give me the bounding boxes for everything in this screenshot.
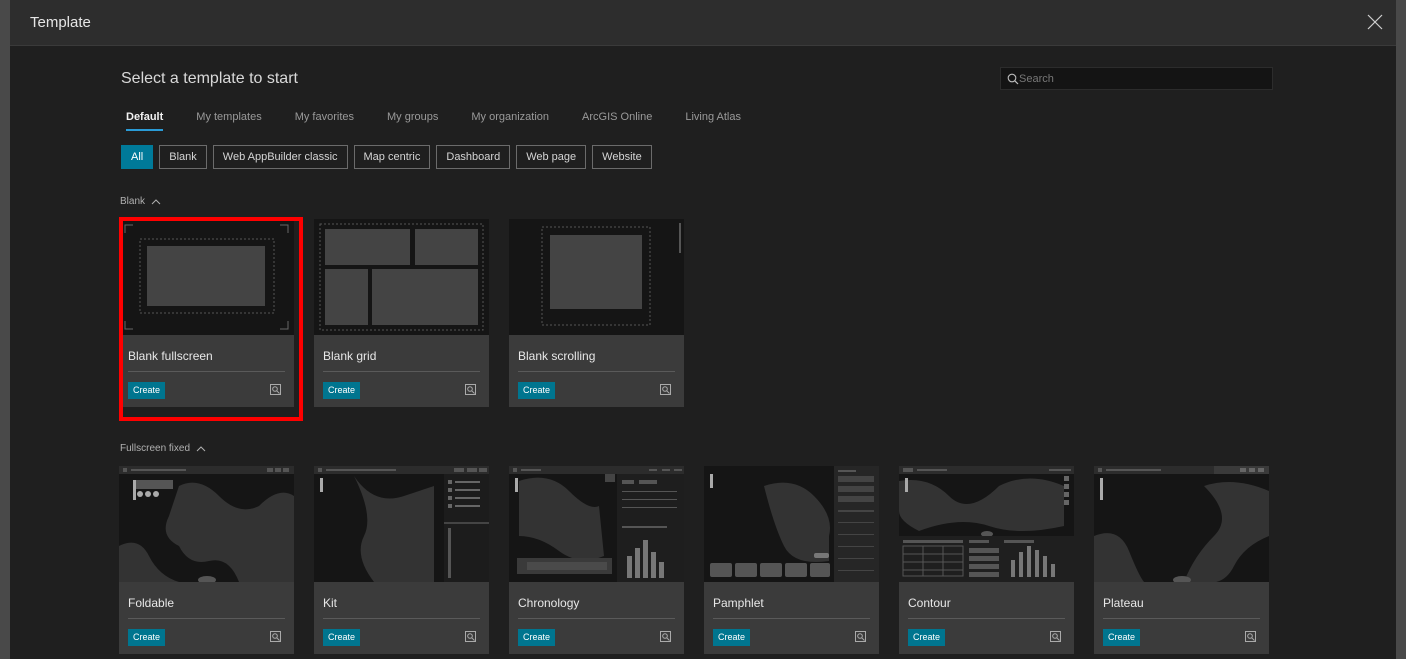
divider — [518, 371, 675, 372]
dialog-title: Template — [30, 14, 91, 31]
template-thumbnail — [119, 219, 294, 335]
template-card-chronology[interactable]: Chronology Create — [509, 466, 684, 654]
section-title: Blank — [120, 196, 146, 207]
filter-all[interactable]: All — [121, 145, 154, 169]
template-card-blank-fullscreen[interactable]: Blank fullscreen Create — [119, 219, 294, 407]
create-button[interactable]: Create — [128, 382, 166, 399]
template-card-blank-scrolling[interactable]: Blank scrolling Create — [509, 219, 684, 407]
preview-icon[interactable] — [465, 631, 476, 643]
preview-icon[interactable] — [465, 384, 476, 396]
template-dialog: Template Select a template to start Defa… — [10, 0, 1396, 659]
create-button[interactable]: Create — [518, 629, 556, 646]
filter-dashboard[interactable]: Dashboard — [436, 145, 511, 169]
template-thumbnail — [704, 466, 879, 582]
preview-icon[interactable] — [1245, 631, 1256, 643]
close-icon[interactable] — [1364, 11, 1386, 33]
divider — [128, 618, 285, 619]
template-thumbnail — [509, 219, 684, 335]
search-box[interactable] — [1000, 67, 1273, 90]
tab-my-groups[interactable]: My groups — [387, 111, 438, 131]
divider — [1103, 618, 1260, 619]
create-button[interactable]: Create — [128, 629, 166, 646]
template-card-contour[interactable]: Contour Create — [899, 466, 1074, 654]
tab-default[interactable]: Default — [126, 111, 164, 131]
divider — [713, 618, 870, 619]
filter-blank[interactable]: Blank — [159, 145, 207, 169]
filter-web-appbuilder-classic[interactable]: Web AppBuilder classic — [212, 145, 348, 169]
template-thumbnail — [1094, 466, 1269, 582]
divider — [518, 618, 675, 619]
template-name: Kit — [323, 596, 338, 610]
tab-my-templates[interactable]: My templates — [196, 111, 261, 131]
tab-arcgis-online[interactable]: ArcGIS Online — [582, 111, 652, 131]
template-name: Plateau — [1103, 596, 1144, 610]
filter-web-page[interactable]: Web page — [516, 145, 587, 169]
template-name: Blank grid — [323, 349, 377, 363]
tab-my-organization[interactable]: My organization — [471, 111, 549, 131]
preview-icon[interactable] — [270, 631, 281, 643]
preview-icon[interactable] — [660, 384, 671, 396]
create-button[interactable]: Create — [323, 629, 361, 646]
create-button[interactable]: Create — [323, 382, 361, 399]
preview-icon[interactable] — [855, 631, 866, 643]
template-name: Blank scrolling — [518, 349, 596, 363]
filter-website[interactable]: Website — [592, 145, 652, 169]
create-button[interactable]: Create — [518, 382, 556, 399]
template-thumbnail — [119, 466, 294, 582]
template-thumbnail — [314, 466, 489, 582]
template-card-pamphlet[interactable]: Pamphlet Create — [704, 466, 879, 654]
category-filters: All Blank Web AppBuilder classic Map cen… — [121, 145, 658, 169]
divider — [323, 371, 480, 372]
preview-icon[interactable] — [1050, 631, 1061, 643]
search-icon — [1007, 73, 1019, 85]
backdrop-left — [0, 0, 10, 659]
template-card-plateau[interactable]: Plateau Create — [1094, 466, 1269, 654]
create-button[interactable]: Create — [1103, 629, 1141, 646]
divider — [323, 618, 480, 619]
divider — [908, 618, 1065, 619]
backdrop-right — [1396, 0, 1406, 659]
chevron-up-icon — [151, 199, 161, 205]
preview-icon[interactable] — [660, 631, 671, 643]
section-title: Fullscreen fixed — [120, 443, 191, 454]
template-thumbnail — [509, 466, 684, 582]
source-tabs: Default My templates My favorites My gro… — [126, 111, 774, 131]
template-card-foldable[interactable]: Foldable Create — [119, 466, 294, 654]
preview-icon[interactable] — [270, 384, 281, 396]
chevron-up-icon — [196, 446, 206, 452]
template-card-kit[interactable]: Kit Create — [314, 466, 489, 654]
dialog-titlebar: Template — [10, 0, 1396, 46]
create-button[interactable]: Create — [908, 629, 946, 646]
divider — [128, 371, 285, 372]
page-heading: Select a template to start — [121, 70, 298, 87]
template-name: Chronology — [518, 596, 580, 610]
create-button[interactable]: Create — [713, 629, 751, 646]
tab-living-atlas[interactable]: Living Atlas — [685, 111, 741, 131]
template-card-blank-grid[interactable]: Blank grid Create — [314, 219, 489, 407]
section-header-blank[interactable]: Blank — [120, 196, 161, 207]
filter-map-centric[interactable]: Map centric — [353, 145, 431, 169]
template-thumbnail — [899, 466, 1074, 582]
template-name: Foldable — [128, 596, 175, 610]
search-input[interactable] — [1019, 68, 1269, 89]
tab-my-favorites[interactable]: My favorites — [295, 111, 354, 131]
section-header-fullscreen-fixed[interactable]: Fullscreen fixed — [120, 443, 206, 454]
template-name: Contour — [908, 596, 951, 610]
template-name: Blank fullscreen — [128, 349, 213, 363]
template-name: Pamphlet — [713, 596, 764, 610]
template-thumbnail — [314, 219, 489, 335]
